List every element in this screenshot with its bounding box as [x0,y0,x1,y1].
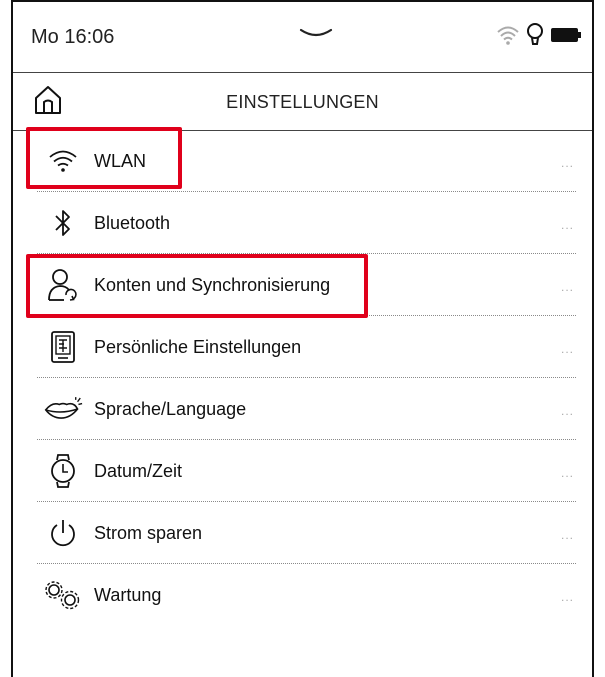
settings-item-label: Sprache/Language [94,399,247,419]
status-icons [496,22,582,53]
more-indicator: ... [560,528,574,542]
settings-item-bluetooth[interactable]: Bluetooth ... [37,192,576,254]
page-title: EINSTELLUNGEN [226,92,379,112]
more-indicator: ... [560,218,574,232]
language-icon [43,391,83,427]
more-indicator: ... [560,590,574,604]
settings-item-label: Persönliche Einstellungen [94,337,302,357]
settings-item-label: Datum/Zeit [94,461,183,481]
status-time: Mo 16:06 [31,26,115,48]
highlight-box-wlan [26,127,182,189]
highlight-box-accounts-sync [26,254,368,318]
settings-header: EINSTELLUNGEN [13,72,592,131]
personal-settings-icon [43,329,83,365]
light-bulb-icon [526,22,544,53]
settings-item-date-time[interactable]: Datum/Zeit ... [37,440,576,502]
settings-item-power-saving[interactable]: Strom sparen ... [37,502,576,564]
watch-icon [43,453,83,489]
device-screen: Mo 16:06 EINSTELLUNGEN WLAN ... Bluetoot… [11,0,594,677]
settings-item-maintenance[interactable]: Wartung ... [37,564,576,626]
bluetooth-icon [43,205,83,241]
status-bar: Mo 16:06 [13,2,592,73]
settings-item-language[interactable]: Sprache/Language ... [37,378,576,440]
settings-item-label: Wartung [94,585,162,605]
wifi-icon [496,24,520,51]
power-icon [43,515,83,551]
more-indicator: ... [560,280,574,294]
settings-item-personal[interactable]: Persönliche Einstellungen ... [37,316,576,378]
settings-item-label: Strom sparen [94,523,203,543]
settings-item-label: Bluetooth [94,213,171,233]
more-indicator: ... [560,156,574,170]
settings-list: WLAN ... Bluetooth ... Konten und Synchr… [13,130,592,626]
battery-icon [550,26,582,49]
chevron-down-icon[interactable] [299,24,333,49]
gears-icon [43,577,83,613]
more-indicator: ... [560,404,574,418]
more-indicator: ... [560,466,574,480]
more-indicator: ... [560,342,574,356]
